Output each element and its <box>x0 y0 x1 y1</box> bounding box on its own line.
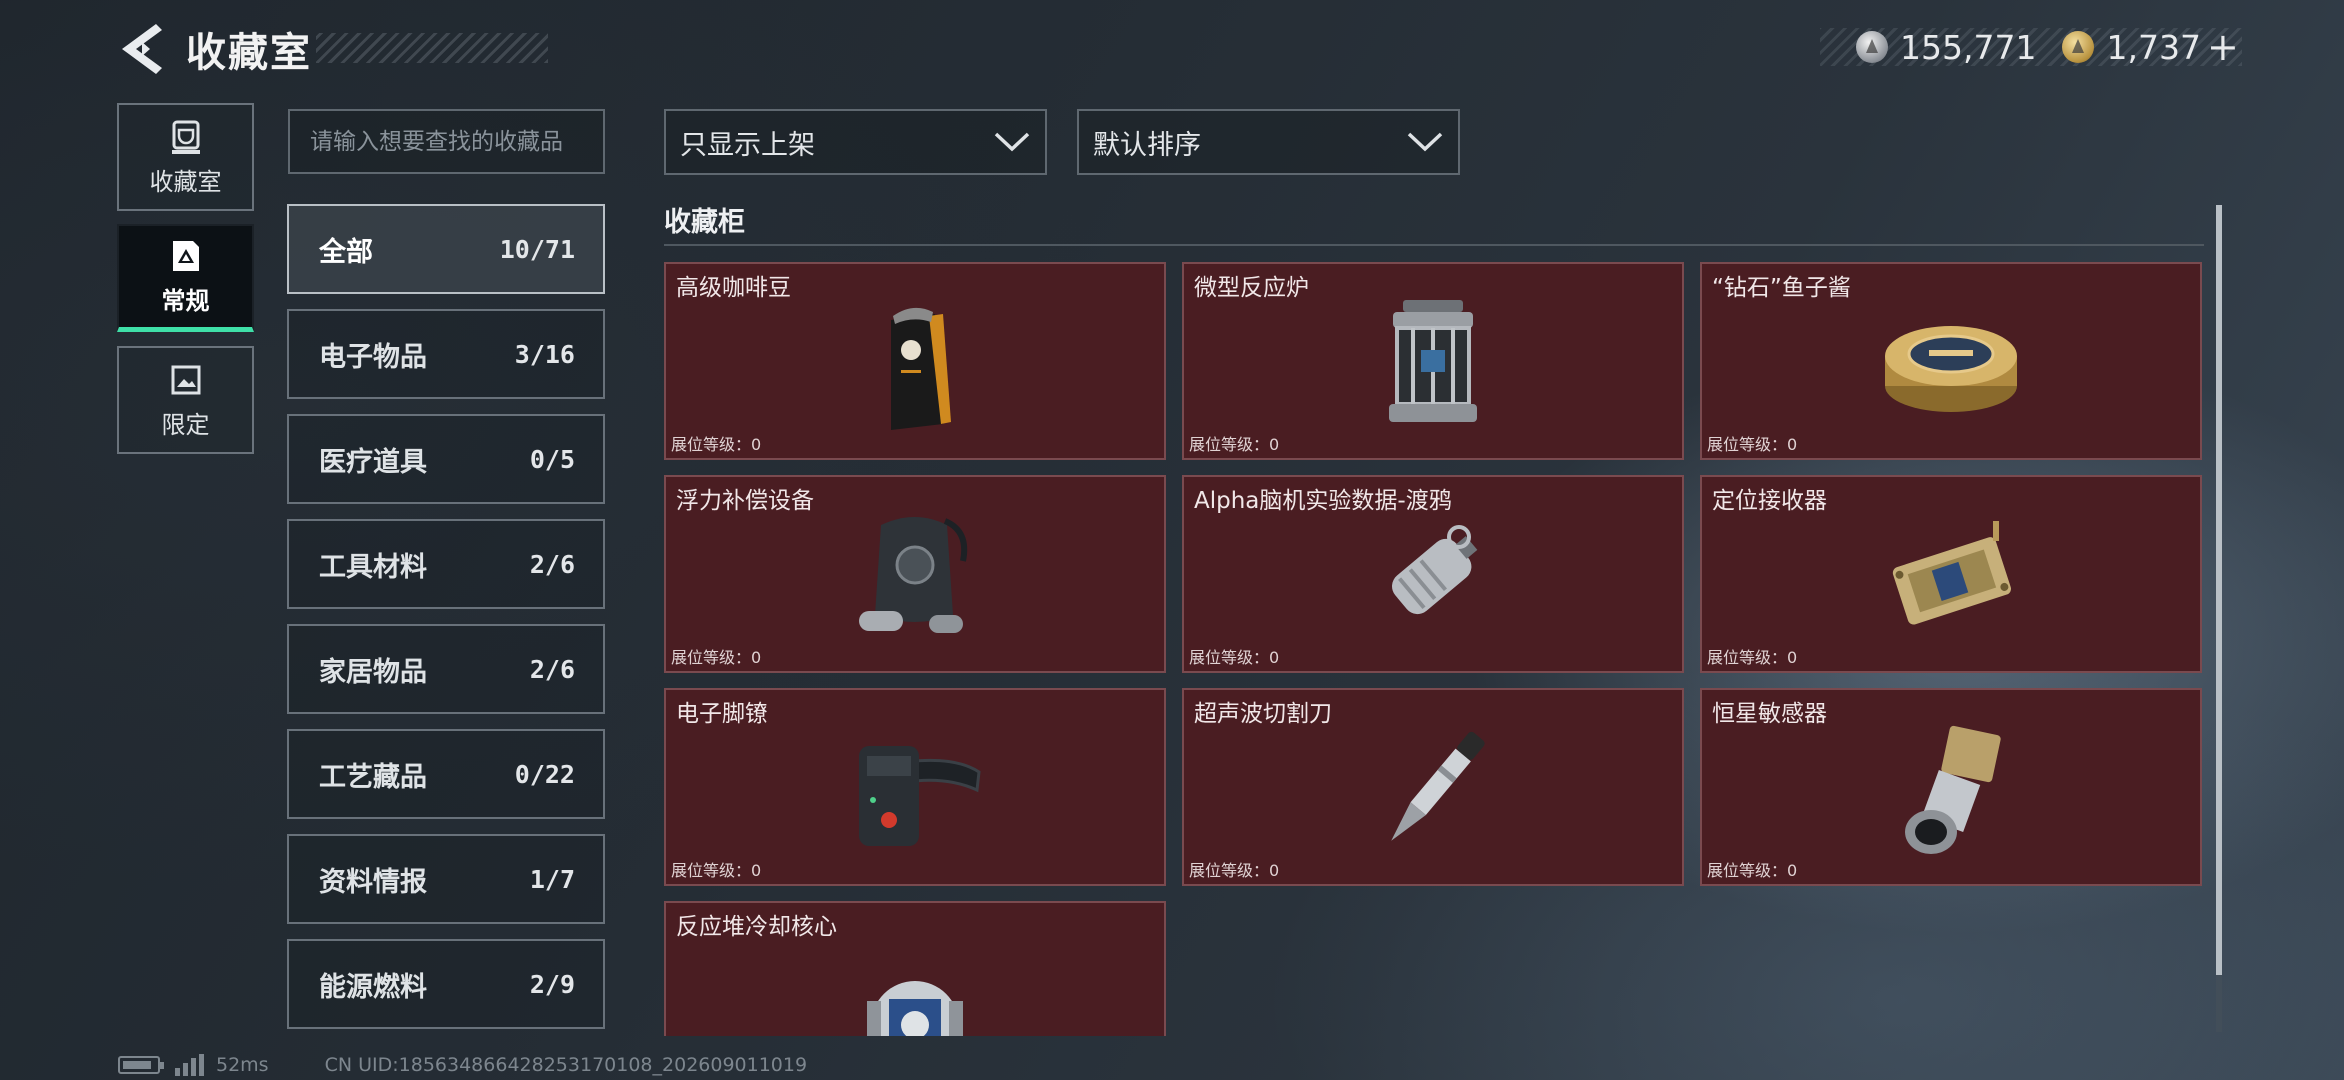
sort-dropdown[interactable]: 默认排序 <box>1077 109 1460 175</box>
silver-coin-icon <box>1856 31 1888 63</box>
card-name: “钻石”鱼子酱 <box>1712 275 1851 301</box>
section-divider <box>664 244 2204 246</box>
category-name: 工具材料 <box>319 551 427 583</box>
category-count: 10/71 <box>499 234 575 264</box>
card-level: 展位等级：0 <box>671 861 762 880</box>
card-level: 展位等级：0 <box>1189 648 1280 667</box>
collection-card[interactable]: 电子脚镣 展位等级：0 <box>664 688 1166 886</box>
card-name: 超声波切割刀 <box>1194 701 1332 727</box>
tab-collection-room[interactable]: 收藏室 <box>117 103 254 211</box>
chevron-down-icon <box>1407 132 1443 152</box>
card-level: 展位等级：0 <box>1189 861 1280 880</box>
ping-value: 52ms <box>216 1054 269 1076</box>
category-name: 医疗道具 <box>319 446 427 478</box>
back-arrow-icon[interactable] <box>116 22 166 76</box>
ankle-monitor-icon <box>859 746 981 846</box>
card-name: 高级咖啡豆 <box>676 275 791 301</box>
card-name: 微型反应炉 <box>1194 275 1309 301</box>
shelf-filter-dropdown[interactable]: 只显示上架 <box>664 109 1047 175</box>
card-level: 展位等级：0 <box>1189 435 1280 454</box>
collection-card[interactable]: 微型反应炉 展位等级：0 <box>1182 262 1684 460</box>
category-crafts[interactable]: 工艺藏品 0/22 <box>287 729 605 819</box>
collection-card[interactable]: 浮力补偿设备 展位等级：0 <box>664 475 1166 673</box>
star-sensor-icon <box>1905 725 2001 854</box>
frame-icon <box>172 241 199 271</box>
collection-card[interactable]: 恒星敏感器 展位等级：0 <box>1700 688 2202 886</box>
tab-label: 限定 <box>161 410 210 439</box>
cooling-core-icon <box>867 981 963 1036</box>
battery-icon <box>118 1056 164 1074</box>
card-name: 定位接收器 <box>1712 488 1827 514</box>
tab-limited[interactable]: 限定 <box>117 346 254 454</box>
category-name: 家居物品 <box>319 656 427 688</box>
chevron-down-icon <box>994 132 1030 152</box>
tab-regular[interactable]: 常规 <box>117 224 254 332</box>
card-level: 展位等级：0 <box>1707 435 1798 454</box>
category-name: 能源燃料 <box>319 971 427 1003</box>
collection-card[interactable]: Alpha脑机实验数据-渡鸦 展位等级：0 <box>1182 475 1684 673</box>
category-count: 0/22 <box>514 759 575 789</box>
section-title: 收藏柜 <box>664 207 745 238</box>
card-level: 展位等级：0 <box>671 435 762 454</box>
card-name: 电子脚镣 <box>676 701 768 727</box>
status-bar: 52ms CN UID:185634866428253170108_202609… <box>118 1054 807 1076</box>
card-level: 展位等级：0 <box>671 648 762 667</box>
signal-icon <box>175 1054 204 1076</box>
collection-card[interactable]: “钻石”鱼子酱 展位等级：0 <box>1700 262 2202 460</box>
title-decoration <box>316 33 548 63</box>
collection-card[interactable]: 高级咖啡豆 展位等级：0 <box>664 262 1166 460</box>
uid-text: CN UID:185634866428253170108_20260901101… <box>324 1054 808 1076</box>
trophy-icon <box>171 120 200 154</box>
category-electronics[interactable]: 电子物品 3/16 <box>287 309 605 399</box>
data-drive-icon <box>1392 525 1478 615</box>
silver-currency-value: 155,771 <box>1900 27 2037 67</box>
category-count: 3/16 <box>514 339 575 369</box>
sort-label: 默认排序 <box>1093 129 1201 161</box>
category-name: 电子物品 <box>319 341 427 373</box>
collection-card[interactable]: 反应堆冷却核心 <box>664 901 1166 1036</box>
picture-icon <box>171 365 200 394</box>
category-count: 2/9 <box>529 969 575 999</box>
collection-grid: 高级咖啡豆 展位等级：0 微型反应炉 展位等级：0 “钻石”鱼子酱 展位等级：0… <box>664 262 2202 1036</box>
search-input[interactable] <box>288 109 605 174</box>
card-name: 反应堆冷却核心 <box>676 914 837 940</box>
category-energy[interactable]: 能源燃料 2/9 <box>287 939 605 1029</box>
gold-coin-icon <box>2062 31 2095 63</box>
tab-label: 收藏室 <box>149 167 222 196</box>
page-title: 收藏室 <box>186 30 312 76</box>
collection-card[interactable]: 定位接收器 展位等级：0 <box>1700 475 2202 673</box>
caviar-tin-icon <box>1885 326 2017 412</box>
category-medical[interactable]: 医疗道具 0/5 <box>287 414 605 504</box>
category-name: 工艺藏品 <box>319 761 427 793</box>
gold-currency-value: 1,737 <box>2106 27 2201 67</box>
card-level: 展位等级：0 <box>1707 648 1798 667</box>
category-intel[interactable]: 资料情报 1/7 <box>287 834 605 924</box>
add-currency-button[interactable]: + <box>2207 25 2239 69</box>
scrollbar-thumb[interactable] <box>2216 205 2222 975</box>
collection-card[interactable]: 超声波切割刀 展位等级：0 <box>1182 688 1684 886</box>
category-name: 全部 <box>319 236 373 268</box>
category-all[interactable]: 全部 10/71 <box>287 204 605 294</box>
buoyancy-device-icon <box>859 517 968 633</box>
tab-label: 常规 <box>161 287 210 315</box>
card-level: 展位等级：0 <box>1707 861 1798 880</box>
category-count: 2/6 <box>529 654 575 684</box>
reactor-icon <box>1389 300 1477 422</box>
category-count: 1/7 <box>529 864 575 894</box>
category-name: 资料情报 <box>319 866 427 898</box>
receiver-module-icon <box>1892 521 2011 625</box>
cutter-knife-icon <box>1391 731 1485 841</box>
coffee-bag-icon <box>891 307 951 430</box>
shelf-filter-label: 只显示上架 <box>680 129 815 161</box>
category-count: 0/5 <box>529 444 575 474</box>
card-name: 浮力补偿设备 <box>676 488 814 514</box>
currency-bar: 155,771 1,737 + <box>1820 25 2242 69</box>
card-name: 恒星敏感器 <box>1712 701 1827 727</box>
category-tools[interactable]: 工具材料 2/6 <box>287 519 605 609</box>
category-count: 2/6 <box>529 549 575 579</box>
category-household[interactable]: 家居物品 2/6 <box>287 624 605 714</box>
